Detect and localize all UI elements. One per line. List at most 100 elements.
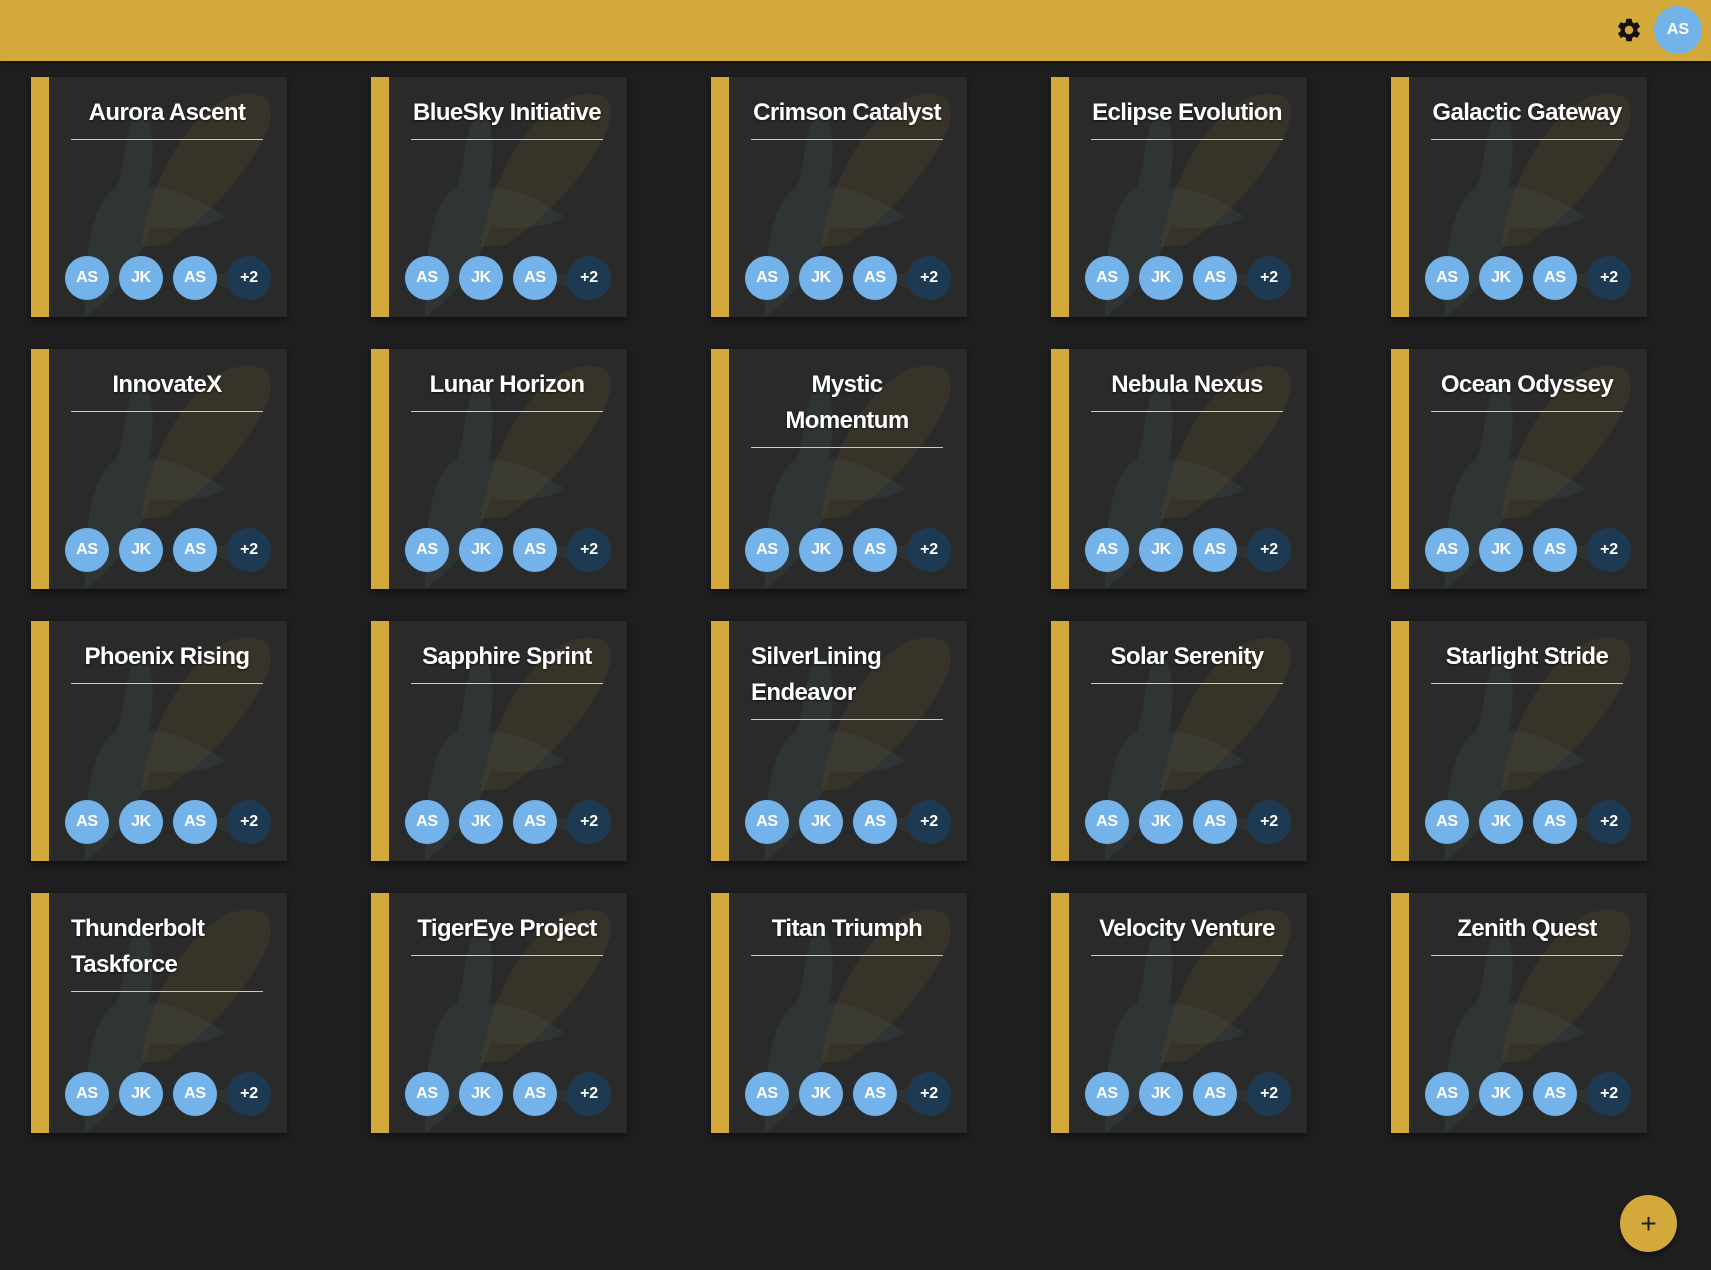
member-avatar[interactable]: AS [173, 528, 217, 572]
member-avatar[interactable]: AS [1425, 256, 1469, 300]
more-members-badge[interactable]: +2 [1587, 1072, 1631, 1116]
member-avatar[interactable]: AS [405, 256, 449, 300]
project-card[interactable]: Thunderbolt Taskforce AS JK AS +2 [31, 893, 287, 1133]
member-avatar[interactable]: AS [513, 256, 557, 300]
more-members-badge[interactable]: +2 [227, 528, 271, 572]
project-card[interactable]: Zenith Quest AS JK AS +2 [1391, 893, 1647, 1133]
member-avatar[interactable]: AS [853, 1072, 897, 1116]
member-avatar[interactable]: AS [853, 528, 897, 572]
member-avatar[interactable]: AS [405, 800, 449, 844]
member-avatar[interactable]: AS [1193, 800, 1237, 844]
member-avatar[interactable]: JK [799, 528, 843, 572]
project-card[interactable]: SilverLining Endeavor AS JK AS +2 [711, 621, 967, 861]
member-avatar[interactable]: AS [745, 256, 789, 300]
more-members-badge[interactable]: +2 [1247, 1072, 1291, 1116]
more-members-badge[interactable]: +2 [567, 528, 611, 572]
more-members-badge[interactable]: +2 [1587, 528, 1631, 572]
member-avatar[interactable]: AS [1425, 528, 1469, 572]
member-avatar[interactable]: AS [1425, 800, 1469, 844]
member-avatar[interactable]: AS [1085, 1072, 1129, 1116]
member-avatar[interactable]: AS [513, 528, 557, 572]
user-avatar[interactable]: AS [1654, 6, 1702, 54]
project-card[interactable]: Lunar Horizon AS JK AS +2 [371, 349, 627, 589]
project-card[interactable]: Phoenix Rising AS JK AS +2 [31, 621, 287, 861]
more-members-badge[interactable]: +2 [1587, 256, 1631, 300]
more-members-badge[interactable]: +2 [907, 800, 951, 844]
member-avatar[interactable]: JK [1479, 1072, 1523, 1116]
more-members-badge[interactable]: +2 [227, 800, 271, 844]
member-avatar[interactable]: AS [1193, 1072, 1237, 1116]
more-members-badge[interactable]: +2 [907, 256, 951, 300]
more-members-badge[interactable]: +2 [1247, 800, 1291, 844]
member-avatar[interactable]: JK [459, 1072, 503, 1116]
project-card[interactable]: Ocean Odyssey AS JK AS +2 [1391, 349, 1647, 589]
member-avatar[interactable]: AS [65, 1072, 109, 1116]
more-members-badge[interactable]: +2 [1247, 256, 1291, 300]
member-avatar[interactable]: AS [173, 256, 217, 300]
member-avatar[interactable]: JK [1139, 800, 1183, 844]
member-avatar[interactable]: AS [1193, 528, 1237, 572]
more-members-badge[interactable]: +2 [567, 800, 611, 844]
member-avatar[interactable]: AS [1425, 1072, 1469, 1116]
member-avatar[interactable]: AS [513, 1072, 557, 1116]
more-members-badge[interactable]: +2 [567, 1072, 611, 1116]
project-card[interactable]: Solar Serenity AS JK AS +2 [1051, 621, 1307, 861]
project-card[interactable]: Galactic Gateway AS JK AS +2 [1391, 77, 1647, 317]
more-members-badge[interactable]: +2 [907, 528, 951, 572]
more-members-badge[interactable]: +2 [227, 256, 271, 300]
member-avatar[interactable]: JK [799, 1072, 843, 1116]
member-avatar[interactable]: AS [853, 800, 897, 844]
member-avatar[interactable]: JK [119, 528, 163, 572]
project-card[interactable]: Nebula Nexus AS JK AS +2 [1051, 349, 1307, 589]
member-avatar[interactable]: AS [745, 1072, 789, 1116]
project-card[interactable]: Aurora Ascent AS JK AS +2 [31, 77, 287, 317]
member-avatar[interactable]: JK [459, 256, 503, 300]
member-avatar[interactable]: JK [799, 800, 843, 844]
member-avatar[interactable]: JK [119, 800, 163, 844]
member-avatar[interactable]: JK [1139, 1072, 1183, 1116]
add-project-button[interactable]: + [1620, 1195, 1677, 1252]
member-avatar[interactable]: AS [65, 528, 109, 572]
member-avatar[interactable]: JK [119, 1072, 163, 1116]
member-avatar[interactable]: AS [1533, 1072, 1577, 1116]
member-avatar[interactable]: AS [1193, 256, 1237, 300]
member-avatar[interactable]: JK [799, 256, 843, 300]
member-avatar[interactable]: AS [65, 256, 109, 300]
project-card[interactable]: InnovateX AS JK AS +2 [31, 349, 287, 589]
project-card[interactable]: Velocity Venture AS JK AS +2 [1051, 893, 1307, 1133]
gear-icon[interactable] [1615, 16, 1643, 44]
member-avatar[interactable]: AS [1533, 800, 1577, 844]
member-avatar[interactable]: AS [173, 800, 217, 844]
member-avatar[interactable]: JK [119, 256, 163, 300]
member-avatar[interactable]: AS [745, 800, 789, 844]
member-avatar[interactable]: AS [853, 256, 897, 300]
more-members-badge[interactable]: +2 [907, 1072, 951, 1116]
member-avatar[interactable]: AS [173, 1072, 217, 1116]
member-avatar[interactable]: AS [65, 800, 109, 844]
member-avatar[interactable]: JK [1479, 256, 1523, 300]
member-avatar[interactable]: AS [405, 528, 449, 572]
project-card[interactable]: Eclipse Evolution AS JK AS +2 [1051, 77, 1307, 317]
project-card[interactable]: Starlight Stride AS JK AS +2 [1391, 621, 1647, 861]
member-avatar[interactable]: AS [745, 528, 789, 572]
member-avatar[interactable]: AS [1085, 256, 1129, 300]
member-avatar[interactable]: JK [1139, 528, 1183, 572]
more-members-badge[interactable]: +2 [1247, 528, 1291, 572]
member-avatar[interactable]: AS [1085, 800, 1129, 844]
member-avatar[interactable]: JK [1479, 528, 1523, 572]
member-avatar[interactable]: JK [459, 528, 503, 572]
project-card[interactable]: Crimson Catalyst AS JK AS +2 [711, 77, 967, 317]
project-card[interactable]: TigerEye Project AS JK AS +2 [371, 893, 627, 1133]
member-avatar[interactable]: JK [459, 800, 503, 844]
member-avatar[interactable]: JK [1139, 256, 1183, 300]
member-avatar[interactable]: AS [1085, 528, 1129, 572]
project-card[interactable]: Mystic Momentum AS JK AS +2 [711, 349, 967, 589]
member-avatar[interactable]: AS [513, 800, 557, 844]
member-avatar[interactable]: AS [405, 1072, 449, 1116]
project-card[interactable]: Sapphire Sprint AS JK AS +2 [371, 621, 627, 861]
member-avatar[interactable]: AS [1533, 256, 1577, 300]
project-card[interactable]: Titan Triumph AS JK AS +2 [711, 893, 967, 1133]
project-card[interactable]: BlueSky Initiative AS JK AS +2 [371, 77, 627, 317]
member-avatar[interactable]: AS [1533, 528, 1577, 572]
more-members-badge[interactable]: +2 [567, 256, 611, 300]
